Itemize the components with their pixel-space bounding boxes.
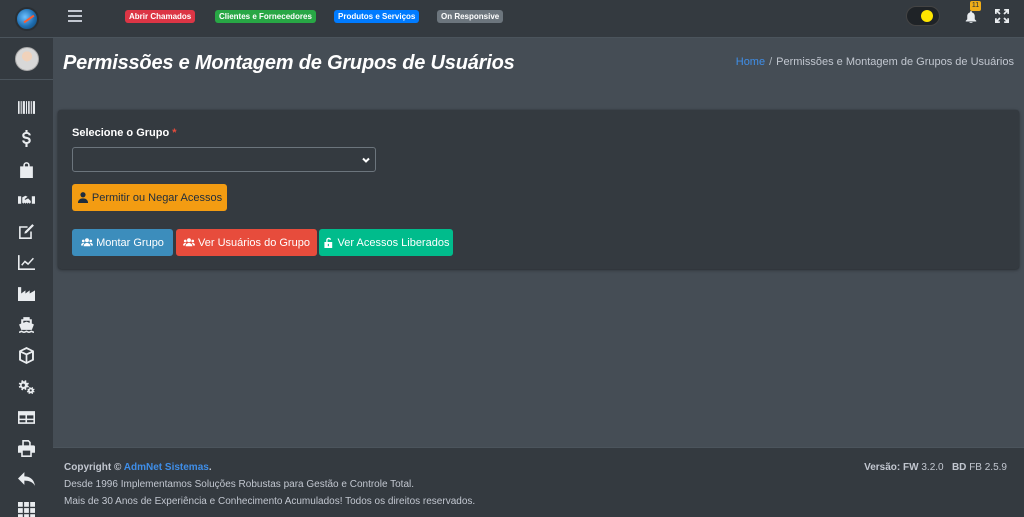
- top-navbar: Abrir Chamados Clientes e Fornecedores P…: [53, 0, 1024, 38]
- chart-line-icon: [18, 255, 35, 270]
- bell-icon: [965, 11, 977, 24]
- breadcrumb: Home / Permissões e Montagem de Grupos de …: [736, 56, 1014, 68]
- dollar-icon: [22, 130, 31, 147]
- sidebar-item-apps[interactable]: [0, 495, 53, 517]
- sidebar-item-partners[interactable]: [0, 185, 53, 216]
- notifications-button[interactable]: [965, 10, 977, 24]
- required-mark: *: [172, 127, 177, 139]
- badge-clients-suppliers[interactable]: Clientes e Fornecedores: [215, 10, 316, 23]
- barcode-icon: [18, 101, 35, 114]
- view-group-users-label: Ver Usuários do Grupo: [198, 236, 310, 249]
- users-icon: [183, 238, 196, 247]
- sidebar-item-shopping[interactable]: [0, 154, 53, 185]
- sidebar-item-print[interactable]: [0, 433, 53, 464]
- theme-toggle[interactable]: [906, 6, 940, 26]
- box-icon: [19, 347, 34, 364]
- company-link[interactable]: AdmNet Sistemas: [124, 462, 209, 473]
- group-permissions-card: Selecione o Grupo * Permitir ou Negar Ac…: [58, 110, 1019, 269]
- user-panel: [0, 38, 53, 80]
- sidebar-menu: [0, 92, 53, 517]
- sidebar-item-logistics[interactable]: [0, 309, 53, 340]
- chevron-down-icon: [362, 157, 370, 163]
- group-select-label: Selecione o Grupo *: [72, 127, 177, 139]
- build-group-label: Montar Grupo: [96, 236, 164, 249]
- sidebar-item-industry[interactable]: [0, 278, 53, 309]
- edit-icon: [19, 224, 34, 239]
- users-icon: [81, 238, 94, 247]
- version-label: Versão:: [864, 462, 901, 473]
- print-icon: [18, 440, 35, 457]
- ship-icon: [19, 317, 34, 333]
- user-icon: [77, 192, 88, 203]
- footer: Copyright © AdmNet Sistemas. Desde 1996 …: [53, 447, 1024, 517]
- notification-count-badge: 11: [970, 1, 981, 11]
- breadcrumb-separator: /: [769, 56, 773, 68]
- avatar[interactable]: [14, 46, 39, 71]
- view-granted-access-label: Ver Acessos Liberados: [337, 236, 450, 249]
- view-group-users-button[interactable]: Ver Usuários do Grupo: [176, 229, 317, 256]
- footer-rights: Mais de 30 Anos de Experiência e Conheci…: [64, 496, 476, 507]
- cogs-icon: [18, 380, 35, 395]
- sidebar-item-finance[interactable]: [0, 123, 53, 154]
- breadcrumb-current: Permissões e Montagem de Grupos de Usuár…: [776, 56, 1014, 68]
- breadcrumb-home-link[interactable]: Home: [736, 56, 765, 68]
- copyright-period: .: [208, 462, 212, 473]
- group-select-label-text: Selecione o Grupo: [72, 127, 170, 139]
- sidebar-item-edit[interactable]: [0, 216, 53, 247]
- fullscreen-button[interactable]: [995, 9, 1009, 23]
- badge-responsive[interactable]: On Responsive: [437, 10, 504, 23]
- menu-toggle-icon[interactable]: [68, 10, 82, 24]
- copyright-prefix: Copyright ©: [64, 462, 122, 473]
- shopping-bag-icon: [20, 162, 33, 178]
- badge-products-services[interactable]: Produtos e Serviços: [334, 10, 420, 23]
- footer-copyright: Copyright © AdmNet Sistemas.: [64, 462, 212, 473]
- footer-version: Versão: FW 3.2.0 BD FB 2.5.9: [864, 462, 1007, 473]
- bd-label: BD: [951, 462, 967, 473]
- fw-version: 3.2.0: [921, 462, 944, 473]
- sidebar-item-settings[interactable]: [0, 371, 53, 402]
- permit-deny-access-label: Permitir ou Negar Acessos: [91, 191, 223, 204]
- main-sidebar: [0, 0, 53, 517]
- footer-tagline: Desde 1996 Implementamos Soluções Robust…: [64, 479, 415, 490]
- sidebar-item-reports[interactable]: [0, 247, 53, 278]
- expand-icon: [995, 9, 1009, 23]
- fw-label: FW: [903, 462, 919, 473]
- build-group-button[interactable]: Montar Grupo: [72, 229, 173, 256]
- page-title: Permissões e Montagem de Grupos de Usuár…: [63, 52, 515, 74]
- brand-link[interactable]: [0, 0, 53, 38]
- badge-open-tickets[interactable]: Abrir Chamados: [125, 10, 196, 23]
- table-icon: [18, 411, 35, 424]
- industry-icon: [18, 287, 35, 301]
- unlock-icon: [323, 237, 332, 248]
- brand-logo: [14, 6, 39, 31]
- handshake-icon: [18, 195, 35, 204]
- bd-version: FB 2.5.9: [969, 462, 1007, 473]
- sidebar-item-products[interactable]: [0, 340, 53, 371]
- undo-icon: [18, 472, 35, 486]
- sidebar-item-tables[interactable]: [0, 402, 53, 433]
- grid-icon: [18, 502, 35, 517]
- sidebar-item-barcode[interactable]: [0, 92, 53, 123]
- permit-deny-access-button[interactable]: Permitir ou Negar Acessos: [72, 184, 227, 211]
- sidebar-item-back[interactable]: [0, 464, 53, 495]
- group-select[interactable]: [72, 147, 376, 172]
- view-granted-access-button[interactable]: Ver Acessos Liberados: [319, 229, 453, 256]
